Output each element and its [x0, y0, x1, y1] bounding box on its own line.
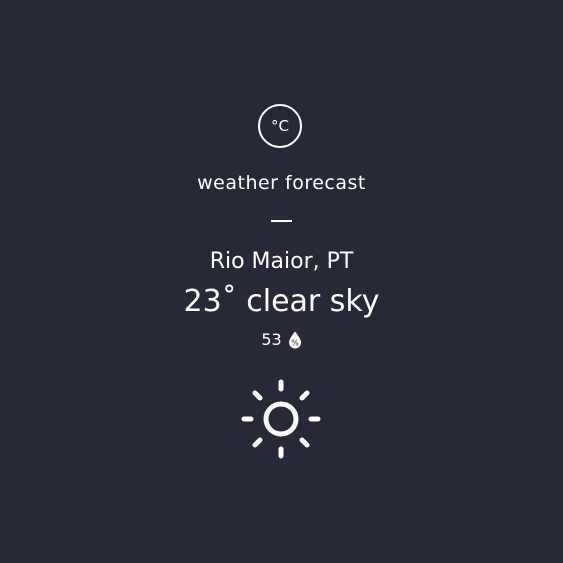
humidity-readout: 53 %: [0, 330, 563, 349]
humidity-icon: %: [288, 331, 302, 349]
location-label: Rio Maior, PT: [209, 249, 354, 274]
degree-symbol: ˚: [221, 284, 237, 319]
temperature-value: 23: [183, 284, 222, 319]
page-title: weather forecast: [197, 172, 366, 194]
weather-app: °C weather forecast Rio Maior, PT 23˚ cl…: [0, 0, 563, 563]
divider: [271, 220, 292, 222]
unit-toggle-button[interactable]: °C: [258, 104, 302, 148]
current-conditions: 23˚ clear sky: [0, 284, 563, 319]
unit-toggle-label: °C: [271, 117, 289, 135]
humidity-value: 53: [261, 330, 282, 349]
sun-icon: [240, 378, 322, 460]
weather-description: clear sky: [246, 284, 380, 319]
svg-text:%: %: [291, 338, 299, 347]
